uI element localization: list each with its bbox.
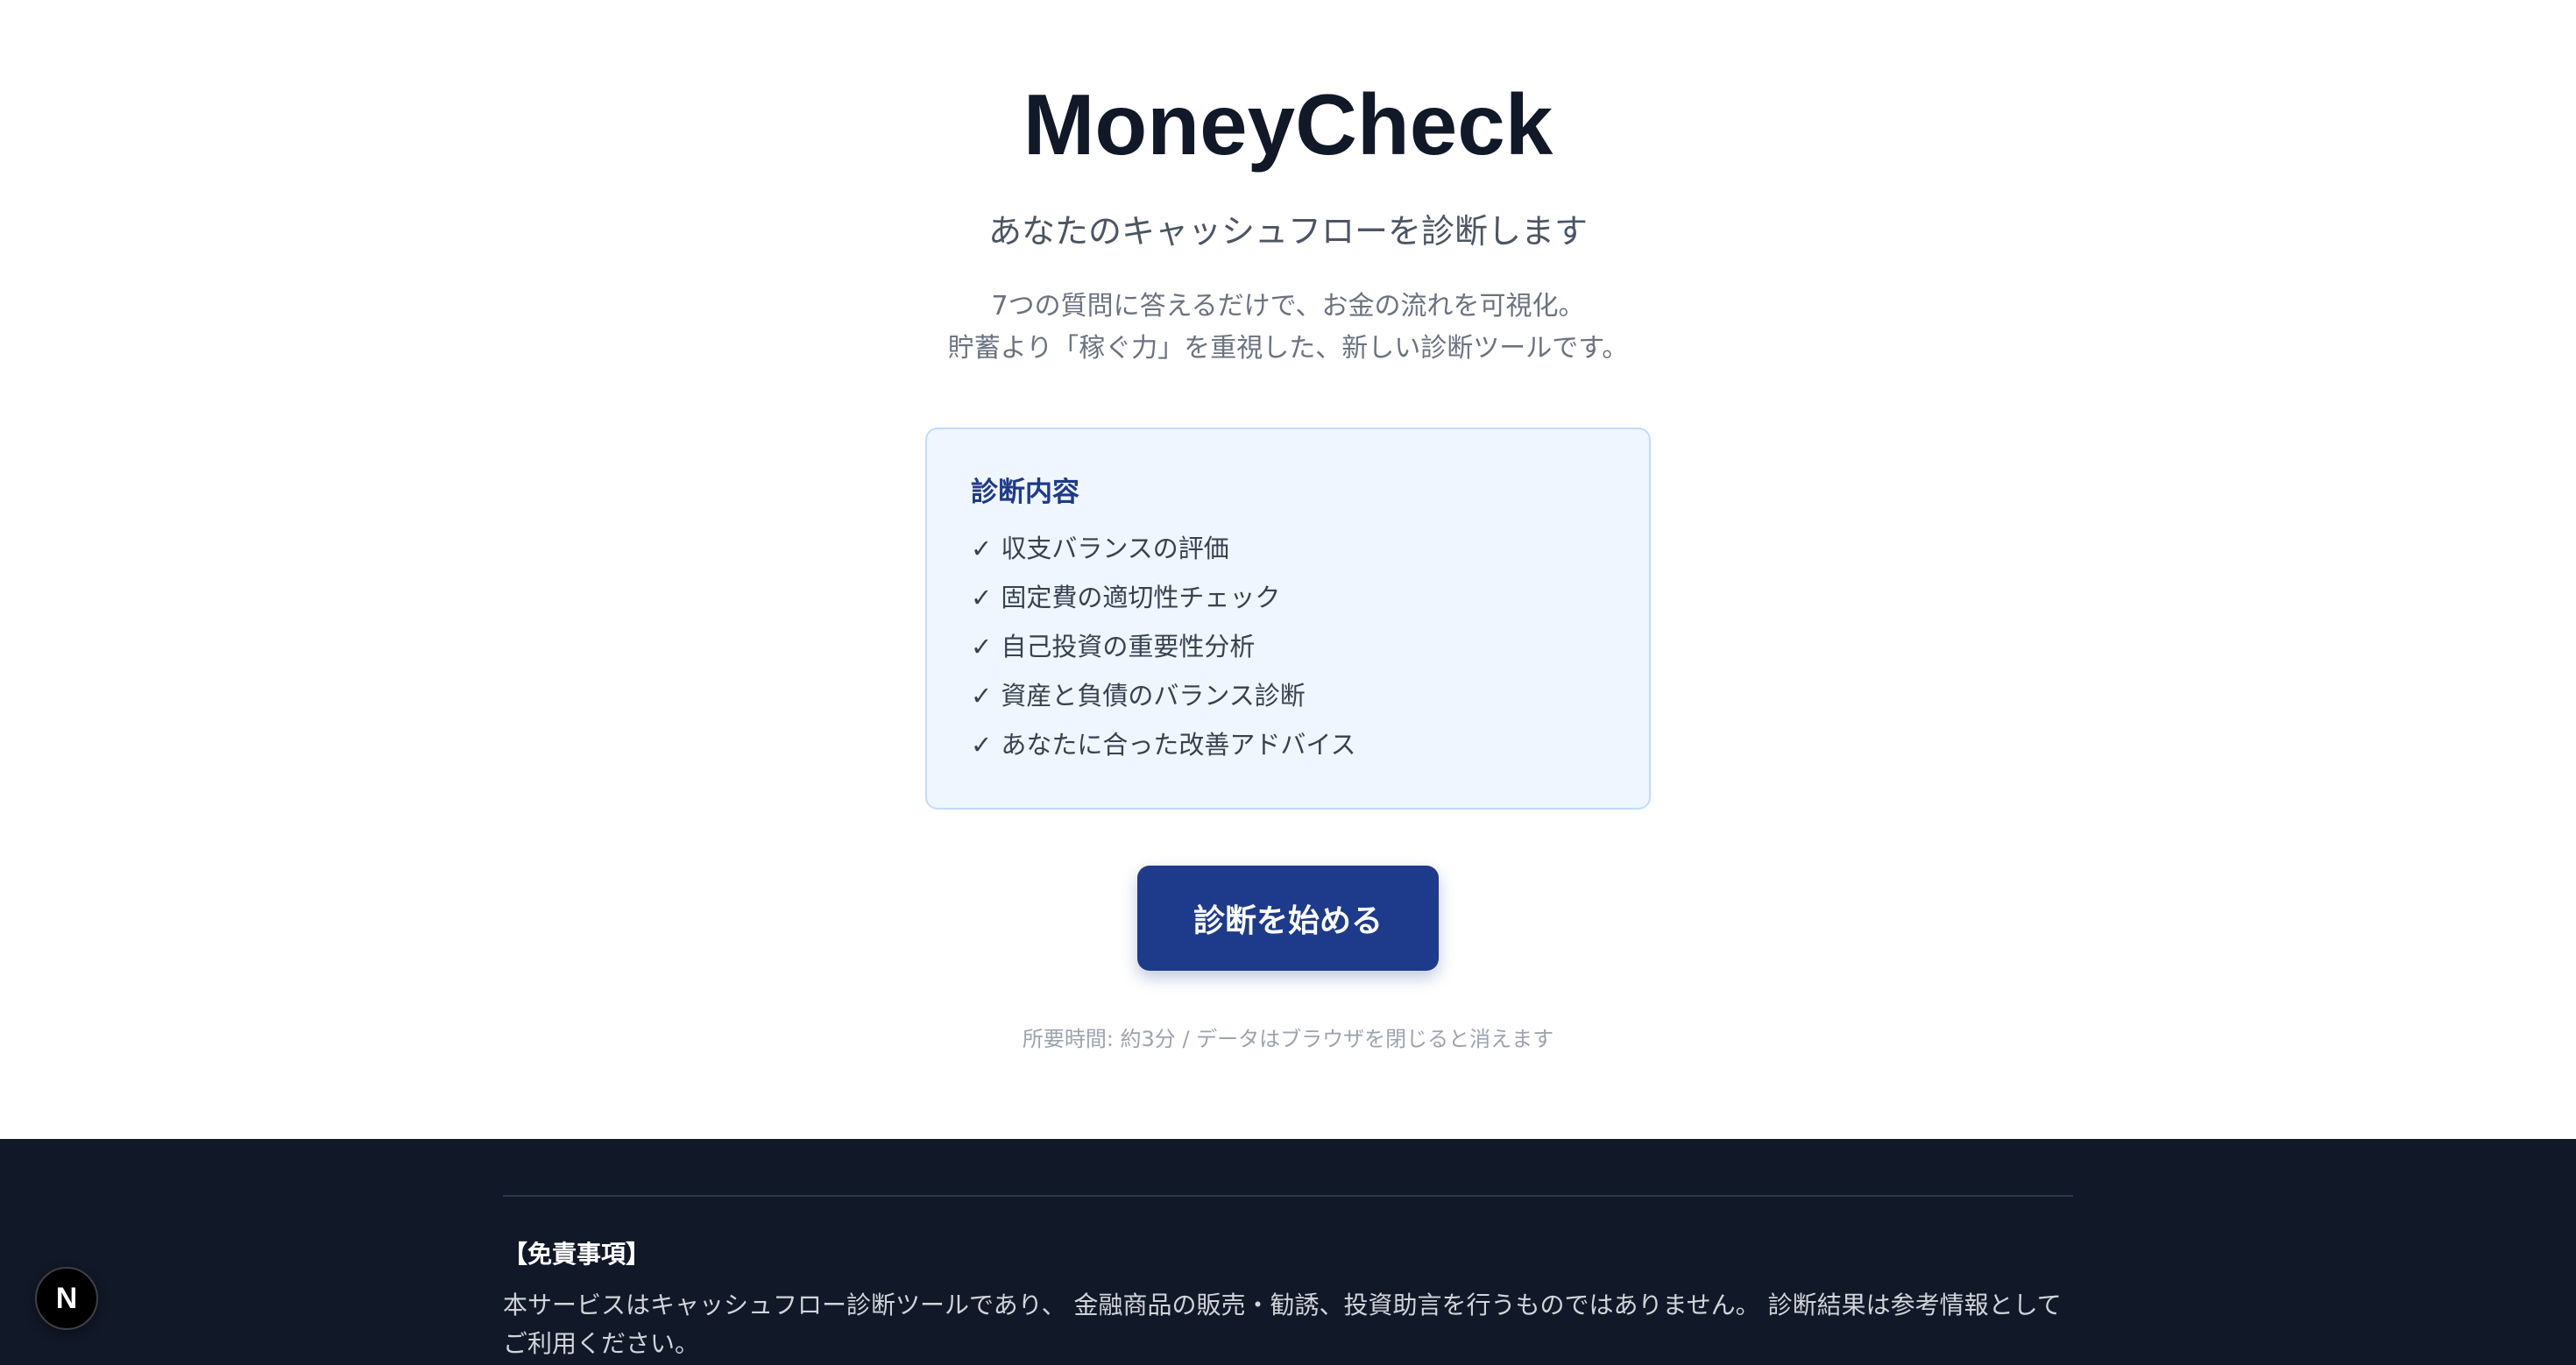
feature-label: あなたに合った改善アドバイス (1001, 730, 1356, 760)
feature-box: 診断内容 ✓ 収支バランスの評価 ✓ 固定費の適切性チェック ✓ 自己投資の重要性分析… (925, 428, 1651, 810)
feature-label: 自己投資の重要性分析 (1001, 632, 1256, 661)
check-icon: ✓ (971, 534, 993, 563)
description: 7つの質問に答えるだけで、お金の流れを可視化。 貯蓄より「稼ぐ力」を重視した、新… (0, 286, 2576, 370)
start-diagnosis-button[interactable]: 診断を始める (1137, 866, 1439, 971)
check-icon: ✓ (971, 681, 993, 711)
nextjs-logo-icon[interactable]: N (35, 1267, 98, 1330)
feature-item: ✓ 自己投資の重要性分析 (971, 622, 1605, 671)
time-note: 所要時間: 約3分 / データはブラウザを閉じると消えます (1022, 1027, 1554, 1051)
feature-item: ✓ あなたに合った改善アドバイス (971, 720, 1605, 769)
check-icon: ✓ (971, 632, 993, 661)
feature-heading: 診断内容 (971, 477, 1079, 508)
description-line: 7つの質問に答えるだけで、お金の流れを可視化。 (991, 291, 1585, 322)
hero-section: MoneyCheck あなたのキャッシュフローを診断します 7つの質問に答えるだ… (0, 0, 2576, 1139)
feature-label: 収支バランスの評価 (1001, 534, 1229, 563)
footer-divider (503, 1195, 2073, 1197)
description-line: 貯蓄より「稼ぐ力」を重視した、新しい診断ツールです。 (947, 333, 1629, 364)
check-icon: ✓ (971, 583, 993, 612)
subtitle: あなたのキャッシュフローを診断します (987, 212, 1588, 251)
badge-label: N (55, 1281, 78, 1315)
page: MoneyCheck あなたのキャッシュフローを診断します 7つの質問に答えるだ… (0, 0, 2576, 1365)
footer: 【免責事項】 本サービスはキャッシュフロー診断ツールであり、 金融商品の販売・勧… (0, 1139, 2576, 1365)
feature-item: ✓ 資産と負債のバランス診断 (971, 671, 1605, 720)
check-icon: ✓ (971, 730, 993, 760)
app-title: MoneyCheck (1023, 76, 1553, 173)
feature-label: 資産と負債のバランス診断 (1001, 681, 1306, 711)
feature-item: ✓ 固定費の適切性チェック (971, 573, 1605, 622)
disclaimer-text: 本サービスはキャッシュフロー診断ツールであり、 金融商品の販売・勧誘、投資助言を… (503, 1291, 2062, 1358)
feature-item: ✓ 収支バランスの評価 (971, 524, 1605, 573)
feature-label: 固定費の適切性チェック (1001, 583, 1281, 612)
disclaimer-title: 【免責事項】 (503, 1240, 651, 1269)
feature-list: ✓ 収支バランスの評価 ✓ 固定費の適切性チェック ✓ 自己投資の重要性分析 ✓ 資産と… (971, 524, 1605, 769)
